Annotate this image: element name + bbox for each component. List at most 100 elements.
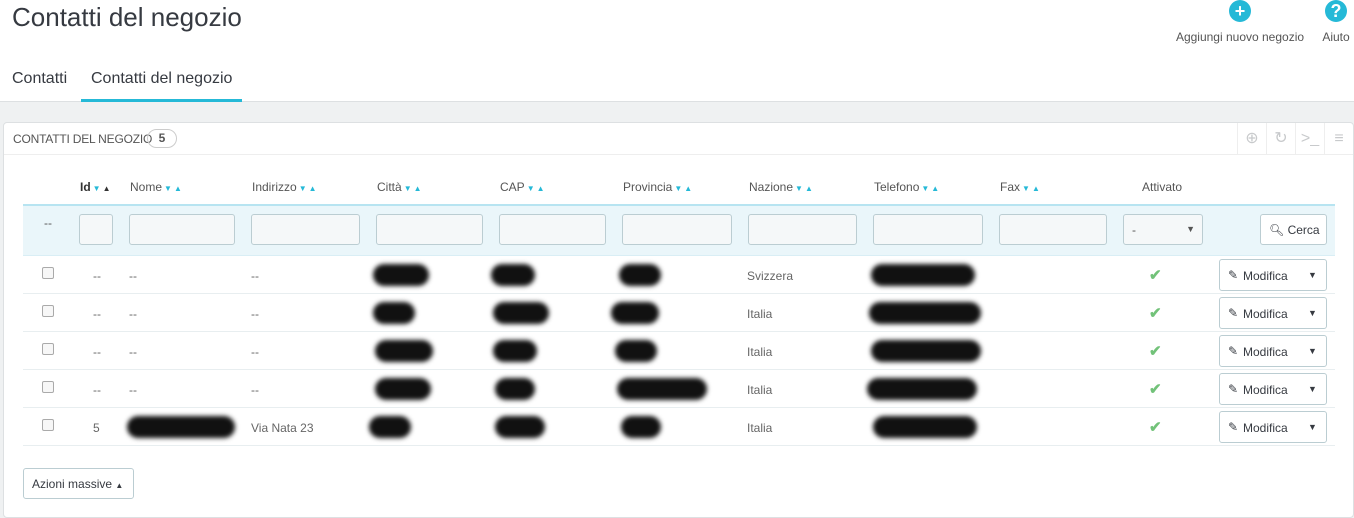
edit-button[interactable]: ✎ Modifica ▼ bbox=[1219, 335, 1327, 367]
help-label: Aiuto bbox=[1322, 30, 1350, 44]
col-fax: Fax ▼ ▲ bbox=[1000, 180, 1040, 194]
col-fax-label: Fax bbox=[1000, 180, 1021, 194]
filter-citta-input[interactable] bbox=[376, 214, 483, 245]
search-button[interactable]: 🔍︎ Cerca bbox=[1260, 214, 1327, 245]
sort-asc-icon[interactable]: ▲ bbox=[684, 184, 692, 193]
table-row: -- -- -- Italia ✔ ✎ Modifica ▼ bbox=[23, 370, 1335, 408]
filter-nazione-input[interactable] bbox=[748, 214, 857, 245]
add-icon[interactable]: ⊕ bbox=[1237, 123, 1266, 155]
table-row: -- -- -- Italia ✔ ✎ Modifica ▼ bbox=[23, 332, 1335, 370]
sort-desc-icon[interactable]: ▼ bbox=[93, 184, 101, 193]
caret-down-icon[interactable]: ▼ bbox=[1308, 384, 1317, 394]
filter-telefono-input[interactable] bbox=[873, 214, 983, 245]
caret-down-icon[interactable]: ▼ bbox=[1308, 422, 1317, 432]
redacted-city bbox=[373, 264, 429, 286]
filter-cap-input[interactable] bbox=[499, 214, 606, 245]
cell-country: Italia bbox=[747, 345, 773, 359]
filter-provincia-input[interactable] bbox=[622, 214, 732, 245]
edit-button[interactable]: ✎ Modifica ▼ bbox=[1219, 259, 1327, 291]
add-new-store-label: Aggiungi nuovo negozio bbox=[1175, 30, 1305, 44]
sort-desc-icon[interactable]: ▼ bbox=[404, 184, 412, 193]
redacted-phone bbox=[871, 264, 975, 286]
sql-query-icon[interactable]: >_ bbox=[1295, 123, 1324, 155]
sort-desc-icon[interactable]: ▼ bbox=[527, 184, 535, 193]
sort-asc-icon[interactable]: ▲ bbox=[805, 184, 813, 193]
caret-down-icon[interactable]: ▼ bbox=[1308, 270, 1317, 280]
row-checkbox[interactable] bbox=[42, 343, 54, 355]
redacted-city bbox=[375, 378, 431, 400]
sort-asc-icon[interactable]: ▲ bbox=[174, 184, 182, 193]
sort-desc-icon[interactable]: ▼ bbox=[164, 184, 172, 193]
col-id-label: Id bbox=[80, 180, 91, 194]
col-provincia: Provincia ▼ ▲ bbox=[623, 180, 692, 194]
sort-asc-icon[interactable]: ▲ bbox=[1032, 184, 1040, 193]
cell-id: 5 bbox=[93, 421, 100, 435]
tab-contatti-del-negozio[interactable]: Contatti del negozio bbox=[81, 62, 243, 102]
redacted-phone bbox=[869, 302, 981, 324]
count-badge: 5 bbox=[147, 129, 177, 148]
row-checkbox[interactable] bbox=[42, 305, 54, 317]
filter-id-input[interactable] bbox=[79, 214, 113, 245]
pencil-icon: ✎ bbox=[1228, 306, 1239, 320]
row-checkbox[interactable] bbox=[42, 267, 54, 279]
col-attivato: Attivato bbox=[1142, 180, 1182, 194]
panel-title: CONTATTI DEL NEGOZIO bbox=[13, 132, 153, 146]
col-cap: CAP ▼ ▲ bbox=[500, 180, 545, 194]
check-icon[interactable]: ✔ bbox=[1149, 418, 1162, 436]
row-checkbox[interactable] bbox=[42, 381, 54, 393]
redacted-province bbox=[615, 340, 657, 362]
col-attivato-label: Attivato bbox=[1142, 180, 1183, 194]
filter-attivato-value: - bbox=[1132, 223, 1136, 237]
col-indirizzo: Indirizzo ▼ ▲ bbox=[252, 180, 317, 194]
sort-asc-icon[interactable]: ▲ bbox=[103, 184, 111, 193]
edit-button[interactable]: ✎ Modifica ▼ bbox=[1219, 411, 1327, 443]
sort-asc-icon[interactable]: ▲ bbox=[414, 184, 422, 193]
sort-asc-icon[interactable]: ▲ bbox=[309, 184, 317, 193]
sort-desc-icon[interactable]: ▼ bbox=[1022, 184, 1030, 193]
redacted-city bbox=[369, 416, 411, 438]
plus-circle-icon: + bbox=[1229, 0, 1251, 22]
redacted-phone bbox=[873, 416, 977, 438]
col-nazione-label: Nazione bbox=[749, 180, 794, 194]
edit-button[interactable]: ✎ Modifica ▼ bbox=[1219, 297, 1327, 329]
caret-down-icon[interactable]: ▼ bbox=[1308, 308, 1317, 318]
sort-desc-icon[interactable]: ▼ bbox=[299, 184, 307, 193]
cell-address: -- bbox=[251, 269, 259, 283]
redacted-cap bbox=[491, 264, 535, 286]
redacted-phone bbox=[867, 378, 977, 400]
check-icon[interactable]: ✔ bbox=[1149, 266, 1162, 284]
col-provincia-label: Provincia bbox=[623, 180, 673, 194]
row-checkbox[interactable] bbox=[42, 419, 54, 431]
cell-id: -- bbox=[93, 345, 101, 359]
sort-desc-icon[interactable]: ▼ bbox=[795, 184, 803, 193]
tab-contatti[interactable]: Contatti bbox=[2, 62, 77, 102]
cell-country: Italia bbox=[747, 421, 773, 435]
caret-down-icon[interactable]: ▼ bbox=[1308, 346, 1317, 356]
database-icon[interactable]: ≡ bbox=[1324, 123, 1353, 155]
bulk-actions-button[interactable]: Azioni massive ▲ bbox=[23, 468, 134, 499]
add-new-store-button[interactable]: + Aggiungi nuovo negozio bbox=[1172, 0, 1308, 44]
check-icon[interactable]: ✔ bbox=[1149, 380, 1162, 398]
check-icon[interactable]: ✔ bbox=[1149, 304, 1162, 322]
cell-address: -- bbox=[251, 307, 259, 321]
pencil-icon: ✎ bbox=[1228, 344, 1239, 358]
pencil-icon: ✎ bbox=[1228, 420, 1239, 434]
filter-fax-input[interactable] bbox=[999, 214, 1107, 245]
search-label: Cerca bbox=[1287, 223, 1320, 237]
search-icon: 🔍︎ bbox=[1269, 223, 1285, 237]
sort-desc-icon[interactable]: ▼ bbox=[921, 184, 929, 193]
filter-attivato-select[interactable]: - ▼ bbox=[1123, 214, 1203, 245]
sort-asc-icon[interactable]: ▲ bbox=[537, 184, 545, 193]
sort-asc-icon[interactable]: ▲ bbox=[931, 184, 939, 193]
filter-nome-input[interactable] bbox=[129, 214, 235, 245]
cell-address: -- bbox=[251, 383, 259, 397]
filter-indirizzo-input[interactable] bbox=[251, 214, 360, 245]
help-button[interactable]: ? Aiuto bbox=[1318, 0, 1354, 44]
refresh-icon[interactable]: ↻ bbox=[1266, 123, 1295, 155]
sort-desc-icon[interactable]: ▼ bbox=[674, 184, 682, 193]
check-icon[interactable]: ✔ bbox=[1149, 342, 1162, 360]
redacted-province bbox=[611, 302, 659, 324]
table-row: 5 Via Nata 23 Italia ✔ ✎ Modifica ▼ bbox=[23, 408, 1335, 446]
edit-button[interactable]: ✎ Modifica ▼ bbox=[1219, 373, 1327, 405]
question-circle-icon: ? bbox=[1325, 0, 1347, 22]
